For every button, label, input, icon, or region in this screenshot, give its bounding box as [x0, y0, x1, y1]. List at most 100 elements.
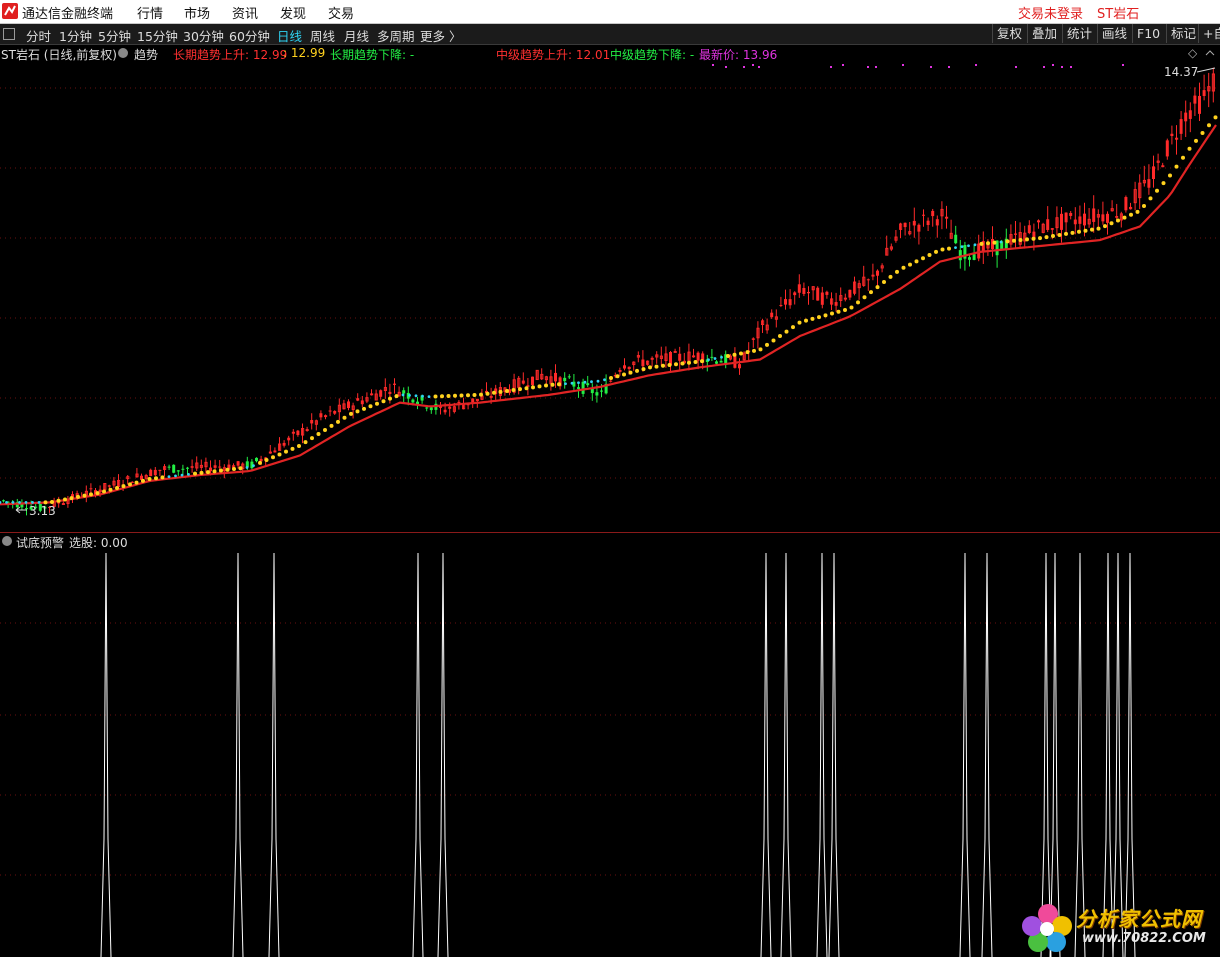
- bottom-signal-spike: [412, 552, 424, 957]
- period-tab-multi[interactable]: 多周期: [377, 26, 415, 45]
- period-tab-daily[interactable]: 日线: [277, 26, 302, 45]
- login-status[interactable]: 交易未登录: [1018, 3, 1083, 22]
- trend-dot: [141, 478, 145, 483]
- trend-dot: [1083, 228, 1088, 233]
- trend-dot: [739, 351, 743, 356]
- trend-dot: [888, 274, 893, 279]
- trend-dot: [1200, 131, 1205, 136]
- bottom-signal-spike: [981, 552, 993, 957]
- tool-draw-button[interactable]: 画线: [1097, 24, 1131, 43]
- menu-item-discover[interactable]: 发现: [280, 3, 306, 22]
- candle-body: [360, 400, 364, 405]
- candle-body: [1184, 112, 1188, 122]
- period-tab-timeshare[interactable]: 分时: [26, 26, 51, 45]
- candle-body: [531, 376, 534, 386]
- candle-body: [788, 299, 792, 306]
- scroll-up-icon[interactable]: [1205, 47, 1215, 61]
- candle-body: [922, 214, 925, 216]
- trend-dot: [986, 241, 990, 246]
- trend-dot: [960, 245, 964, 249]
- period-tab-monthly[interactable]: 月线: [344, 26, 369, 45]
- trend-dot: [707, 358, 710, 362]
- trend-dot: [1129, 212, 1133, 217]
- period-tab-60min[interactable]: 60分钟: [229, 26, 270, 45]
- trend-dot: [115, 485, 119, 490]
- candle-body: [779, 304, 783, 306]
- candle-body: [968, 257, 971, 260]
- tool-custom-button[interactable]: +自: [1198, 24, 1220, 43]
- trend-dot: [498, 389, 503, 394]
- diamond-icon[interactable]: ◇: [1188, 46, 1197, 60]
- trend-dot: [609, 376, 613, 381]
- candle-body: [641, 359, 645, 367]
- trend-dot: [992, 240, 997, 245]
- trend-dot: [342, 415, 347, 420]
- period-tab-30min[interactable]: 30分钟: [183, 26, 224, 45]
- trend-dot: [1116, 218, 1120, 223]
- period-toolbar: 分时 1分钟 5分钟 15分钟 30分钟 60分钟 日线 周线 月线 多周期 更…: [0, 24, 1220, 45]
- tool-mark-button[interactable]: 标记: [1166, 24, 1200, 43]
- trend-dot: [765, 342, 769, 347]
- bottom-signal-spike: [1124, 552, 1136, 957]
- trend-dot: [1005, 239, 1010, 244]
- trend-dot: [1194, 138, 1198, 143]
- menu-item-trade[interactable]: 交易: [328, 3, 354, 22]
- trend-dot: [1181, 155, 1185, 160]
- candle-body: [1050, 228, 1054, 230]
- signal-mark: [752, 64, 754, 66]
- candle-body: [696, 352, 700, 361]
- trend-dot: [121, 484, 126, 489]
- trend-dot: [797, 320, 802, 325]
- candle-body: [158, 469, 162, 471]
- trend-dot: [336, 419, 340, 424]
- period-tab-more[interactable]: 更多 〉: [420, 26, 461, 45]
- trend-dot: [1207, 123, 1211, 128]
- candle-body: [1037, 220, 1040, 223]
- long-trend-line: [0, 124, 1217, 506]
- period-tab-15min[interactable]: 15分钟: [137, 26, 178, 45]
- trend-dot: [1142, 204, 1146, 209]
- long-trend: [0, 124, 1217, 506]
- period-tab-5min[interactable]: 5分钟: [98, 26, 131, 45]
- bottom-signal-spike: [959, 552, 971, 957]
- candle-body: [1115, 216, 1119, 218]
- candle-body: [935, 219, 939, 226]
- menu-item-news[interactable]: 资讯: [232, 3, 258, 22]
- trend-dot: [290, 446, 295, 451]
- trend-dot: [63, 497, 67, 502]
- trend-dot: [258, 460, 262, 465]
- trend-dot: [752, 348, 756, 353]
- trend-dot: [1064, 231, 1068, 236]
- trend-dot: [791, 325, 795, 330]
- trend-dot: [24, 500, 28, 504]
- panel-toggle-icon[interactable]: [3, 28, 15, 40]
- candle-body: [181, 468, 185, 470]
- period-tab-1min[interactable]: 1分钟: [59, 26, 92, 45]
- signal-chart[interactable]: [0, 549, 1220, 957]
- candle-body: [577, 387, 580, 389]
- bottom-signal-spike: [1074, 552, 1086, 957]
- tool-adjust-button[interactable]: 复权: [992, 24, 1026, 43]
- price-chart[interactable]: 14.37 3.13: [0, 61, 1220, 532]
- signal-mark: [1122, 64, 1124, 66]
- signal-mark: [758, 66, 760, 68]
- period-tab-weekly[interactable]: 周线: [310, 26, 335, 45]
- candle-body: [912, 220, 916, 226]
- tool-f10-button[interactable]: F10: [1132, 24, 1164, 43]
- tool-stats-button[interactable]: 统计: [1062, 24, 1096, 43]
- candle-body: [402, 390, 406, 394]
- trend-dot: [1018, 238, 1023, 243]
- tool-overlay-button[interactable]: 叠加: [1027, 24, 1061, 43]
- candle-body: [931, 210, 935, 217]
- main-info-line: ST岩石 (日线,前复权) 趋势 长期趋势上升: 12.99 : 12.99 长…: [0, 45, 1220, 62]
- trend-dot: [1012, 238, 1016, 243]
- trend-dot: [577, 381, 580, 385]
- menu-item-quotes[interactable]: 行情: [137, 3, 163, 22]
- candle-body: [719, 360, 723, 363]
- app-logo-icon[interactable]: [2, 3, 18, 19]
- trend-dot: [1174, 164, 1179, 169]
- trend-dot: [485, 391, 490, 396]
- trend-dot: [212, 469, 217, 474]
- menu-item-market[interactable]: 市场: [184, 3, 210, 22]
- signal-mark: [725, 66, 727, 68]
